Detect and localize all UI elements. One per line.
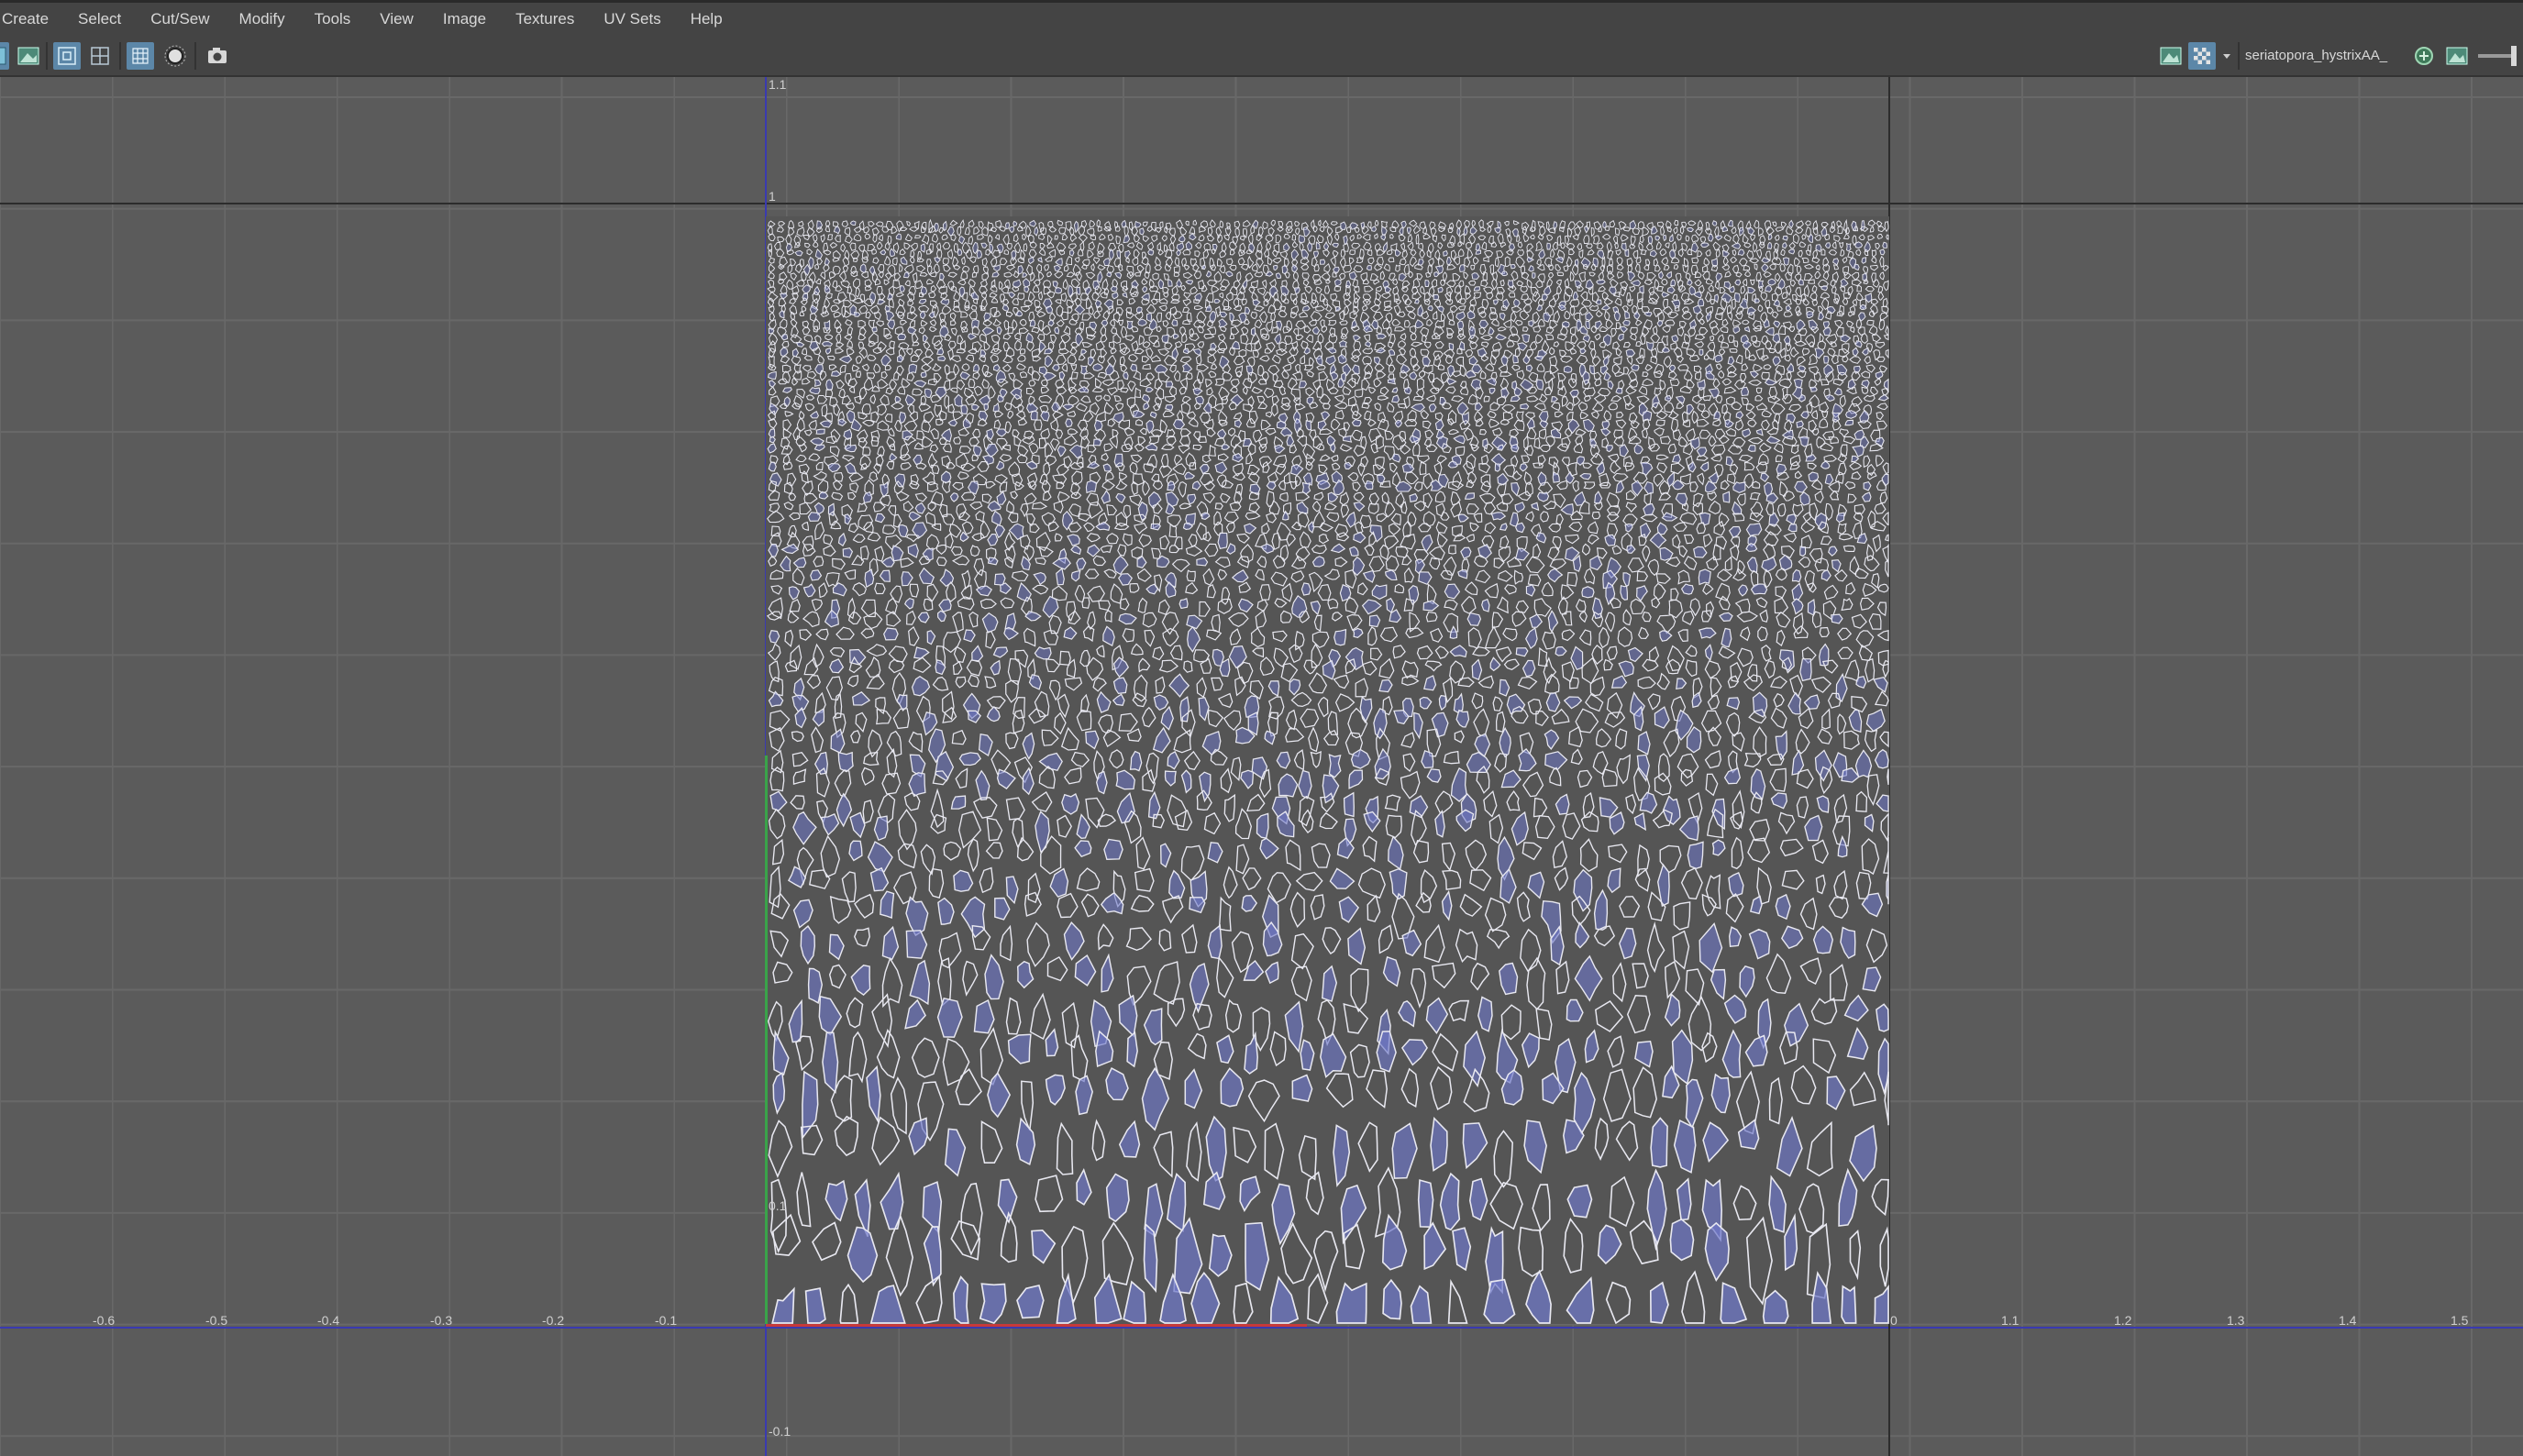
- u-tick-label: 0: [1890, 1313, 1898, 1328]
- u-tick-label: 1.5: [2451, 1313, 2469, 1328]
- snapshot-icon[interactable]: [204, 42, 231, 70]
- toolbar-separator: [194, 42, 196, 70]
- v-tick-label: 1.1: [769, 77, 787, 92]
- u-tick-label: -0.3: [430, 1313, 453, 1328]
- u-tick-label: -0.4: [317, 1313, 340, 1328]
- menu-tools[interactable]: Tools: [300, 4, 366, 35]
- uv-shell-icon[interactable]: [0, 42, 9, 70]
- menu-uv-sets[interactable]: UV Sets: [589, 4, 675, 35]
- uv-editor-toolbar: seriatopora_hystrixAA_: [0, 35, 2523, 77]
- checker-icon[interactable]: [2188, 42, 2216, 70]
- uv-viewport[interactable]: -0.6 -0.5 -0.4 -0.3 -0.2 -0.1 0 1.1 1.2 …: [0, 77, 2523, 1456]
- uv-shells-tile[interactable]: [766, 216, 1889, 1324]
- menu-image[interactable]: Image: [428, 4, 501, 35]
- exposure-slider[interactable]: [2476, 42, 2522, 70]
- image-toggle-icon[interactable]: [15, 42, 42, 70]
- u-axis-origin-red: [766, 1324, 1307, 1327]
- v-tick-label: 1: [769, 189, 776, 204]
- u-axis-line: [0, 1327, 2523, 1329]
- menu-help[interactable]: Help: [676, 4, 737, 35]
- u-tick-label: -0.2: [542, 1313, 565, 1328]
- toolbar-separator: [2238, 42, 2240, 70]
- v-tick-label: -0.1: [769, 1424, 791, 1439]
- uv-set-icon[interactable]: [2410, 42, 2438, 70]
- uv-set-name-field[interactable]: seriatopora_hystrixAA_: [2245, 44, 2408, 68]
- menu-textures[interactable]: Textures: [501, 4, 589, 35]
- menu-select[interactable]: Select: [63, 4, 136, 35]
- menu-create[interactable]: Create: [0, 4, 63, 35]
- menu-view[interactable]: View: [365, 4, 428, 35]
- grid-snap-icon[interactable]: [53, 42, 81, 70]
- u-tick-label: 1.3: [2227, 1313, 2245, 1328]
- u-tick-label: -0.6: [93, 1313, 116, 1328]
- v-tick-label: 0.1: [769, 1198, 787, 1213]
- toolbar-separator: [46, 42, 48, 70]
- menu-modify[interactable]: Modify: [225, 4, 300, 35]
- u-tick-label: 1.4: [2339, 1313, 2357, 1328]
- u-tick-label: 1.1: [2001, 1313, 2020, 1328]
- display-image-icon[interactable]: [2157, 42, 2185, 70]
- pixel-snap-icon[interactable]: [127, 42, 154, 70]
- dropdown-arrow-icon[interactable]: [2219, 42, 2234, 70]
- u-tick-label: -0.5: [205, 1313, 228, 1328]
- u-tick-label: -0.1: [655, 1313, 678, 1328]
- uv-shells: [766, 218, 1889, 1324]
- u-tick-label: 1.2: [2114, 1313, 2132, 1328]
- v-axis-origin-green: [765, 756, 768, 1324]
- shaded-icon[interactable]: [161, 42, 189, 70]
- texture-icon[interactable]: [2443, 42, 2471, 70]
- uv-layout-svg: [766, 218, 1889, 1324]
- wireframe-icon[interactable]: [86, 42, 114, 70]
- menu-cut-sew[interactable]: Cut/Sew: [136, 4, 224, 35]
- menu-bar: Create Select Cut/Sew Modify Tools View …: [0, 0, 2523, 35]
- v-one-line: [0, 203, 2523, 204]
- toolbar-separator: [119, 42, 121, 70]
